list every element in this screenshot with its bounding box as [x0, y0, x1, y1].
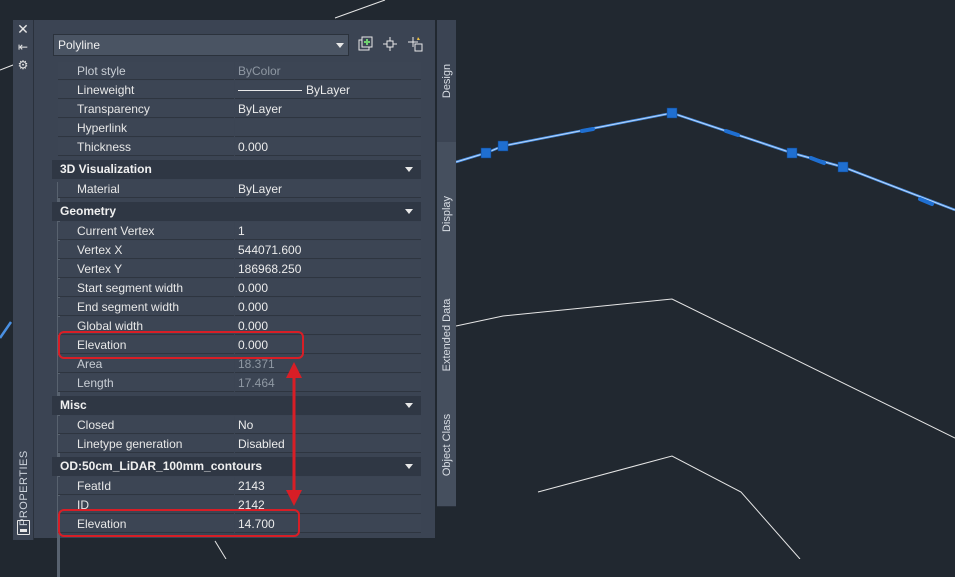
property-label: Start segment width: [58, 279, 234, 297]
property-row-length[interactable]: Length 17.464: [52, 374, 421, 393]
tab-extended-data[interactable]: Extended Data: [437, 286, 456, 385]
property-row-start-segment-width[interactable]: Start segment width 0.000: [52, 279, 421, 298]
chevron-down-icon[interactable]: [405, 167, 413, 172]
property-label: Current Vertex: [58, 222, 234, 240]
palette-icon: [17, 520, 30, 535]
object-type-dropdown[interactable]: Polyline: [53, 34, 349, 56]
property-value: [235, 119, 421, 137]
property-value: 2143: [235, 477, 421, 495]
property-row-hyperlink[interactable]: Hyperlink: [52, 119, 421, 138]
quick-select-icon[interactable]: [406, 36, 424, 54]
property-value: 0.000: [235, 279, 421, 297]
chevron-down-icon[interactable]: [405, 464, 413, 469]
category-misc[interactable]: Misc: [52, 396, 421, 415]
property-row-linetype-generation[interactable]: Linetype generation Disabled: [52, 435, 421, 454]
property-value: No: [235, 416, 421, 434]
vertex-grip[interactable]: [837, 161, 849, 173]
midpoint-grip[interactable]: [809, 156, 826, 165]
double-arrow-annotation: [286, 362, 302, 506]
property-row-vertex-x[interactable]: Vertex X 544071.600: [52, 241, 421, 260]
property-value: 0.000: [235, 298, 421, 316]
category-geometry[interactable]: Geometry: [52, 202, 421, 221]
property-row-transparency[interactable]: Transparency ByLayer: [52, 100, 421, 119]
property-value-lineweight: ByLayer: [235, 81, 421, 99]
property-value: 0.000: [235, 138, 421, 156]
property-value: ByColor: [235, 62, 421, 80]
property-value: ByLayer: [235, 180, 421, 198]
tab-object-class[interactable]: Object Class: [437, 384, 456, 507]
property-label: Transparency: [58, 100, 234, 118]
property-value: 544071.600: [235, 241, 421, 259]
property-row-lineweight[interactable]: Lineweight ByLayer: [52, 81, 421, 100]
selected-polyline[interactable]: [455, 107, 955, 212]
property-label: Plot style: [58, 62, 234, 80]
highlight-box-od-elevation: [58, 509, 300, 537]
lineweight-sample: [238, 90, 302, 92]
property-label: Closed: [58, 416, 234, 434]
property-value: ByLayer: [306, 83, 351, 97]
property-row-closed[interactable]: Closed No: [52, 416, 421, 435]
property-value: 186968.250: [235, 260, 421, 278]
property-value: 17.464: [235, 374, 421, 392]
object-type-value: Polyline: [58, 38, 101, 52]
property-row-vertex-y[interactable]: Vertex Y 186968.250: [52, 260, 421, 279]
toggle-pickadd-icon[interactable]: [356, 36, 374, 54]
chevron-down-icon[interactable]: [405, 403, 413, 408]
property-label: Lineweight: [58, 81, 234, 99]
category-title: OD:50cm_LiDAR_100mm_contours: [60, 459, 263, 473]
property-label: Vertex Y: [58, 260, 234, 278]
category-3d-visualization[interactable]: 3D Visualization: [52, 160, 421, 179]
property-label: Hyperlink: [58, 119, 234, 137]
tab-label: Design: [440, 63, 453, 99]
property-label: Linetype generation: [58, 435, 234, 453]
close-icon[interactable]: ✕: [13, 22, 33, 36]
properties-grid: Plot style ByColor Lineweight ByLayer Tr…: [52, 62, 421, 577]
property-row-current-vertex[interactable]: Current Vertex 1: [52, 222, 421, 241]
chevron-down-icon: [336, 43, 344, 48]
tab-display[interactable]: Display: [437, 142, 456, 287]
vertex-grip[interactable]: [480, 147, 492, 159]
tab-design[interactable]: Design: [437, 20, 456, 143]
property-value: Disabled: [235, 435, 421, 453]
property-row-thickness[interactable]: Thickness 0.000: [52, 138, 421, 157]
properties-palette: Polyline Plot style ByColor Lineweight B…: [34, 20, 435, 577]
palette-side-tabs: Design Display Extended Data Object Clas…: [437, 20, 456, 507]
property-label: FeatId: [58, 477, 234, 495]
category-object-data[interactable]: OD:50cm_LiDAR_100mm_contours: [52, 457, 421, 476]
vertex-grip[interactable]: [666, 107, 678, 119]
property-label: Thickness: [58, 138, 234, 156]
property-label: Vertex X: [58, 241, 234, 259]
category-title: 3D Visualization: [60, 162, 152, 176]
property-value: 1: [235, 222, 421, 240]
midpoint-grip[interactable]: [724, 129, 740, 137]
property-row-end-segment-width[interactable]: End segment width 0.000: [52, 298, 421, 317]
tab-label: Extended Data: [440, 298, 453, 372]
property-row-plot-style[interactable]: Plot style ByColor: [52, 62, 421, 81]
select-objects-icon[interactable]: [381, 36, 399, 54]
midpoint-grip[interactable]: [580, 127, 595, 133]
tab-label: Object Class: [440, 413, 453, 477]
property-label: Material: [58, 180, 234, 198]
auto-hide-icon[interactable]: ⇤: [13, 40, 33, 54]
chevron-down-icon[interactable]: [405, 209, 413, 214]
category-title: Geometry: [60, 204, 117, 218]
property-label: End segment width: [58, 298, 234, 316]
property-row-featid[interactable]: FeatId 2143: [52, 477, 421, 496]
left-polyline-fragment: [0, 321, 13, 339]
category-title: Misc: [60, 398, 87, 412]
property-row-material[interactable]: Material ByLayer: [52, 180, 421, 199]
property-label: Length: [58, 374, 234, 392]
palette-settings-icon[interactable]: ⚙: [13, 58, 33, 72]
highlight-box-geometry-elevation: [58, 331, 304, 359]
palette-title-strip: ✕ ⇤ ⚙ PROPERTIES: [13, 20, 34, 540]
vertex-grip[interactable]: [786, 147, 798, 159]
vertex-grip[interactable]: [497, 140, 509, 152]
tab-label: Display: [440, 195, 453, 233]
palette-title: PROPERTIES: [18, 450, 30, 526]
property-value: ByLayer: [235, 100, 421, 118]
